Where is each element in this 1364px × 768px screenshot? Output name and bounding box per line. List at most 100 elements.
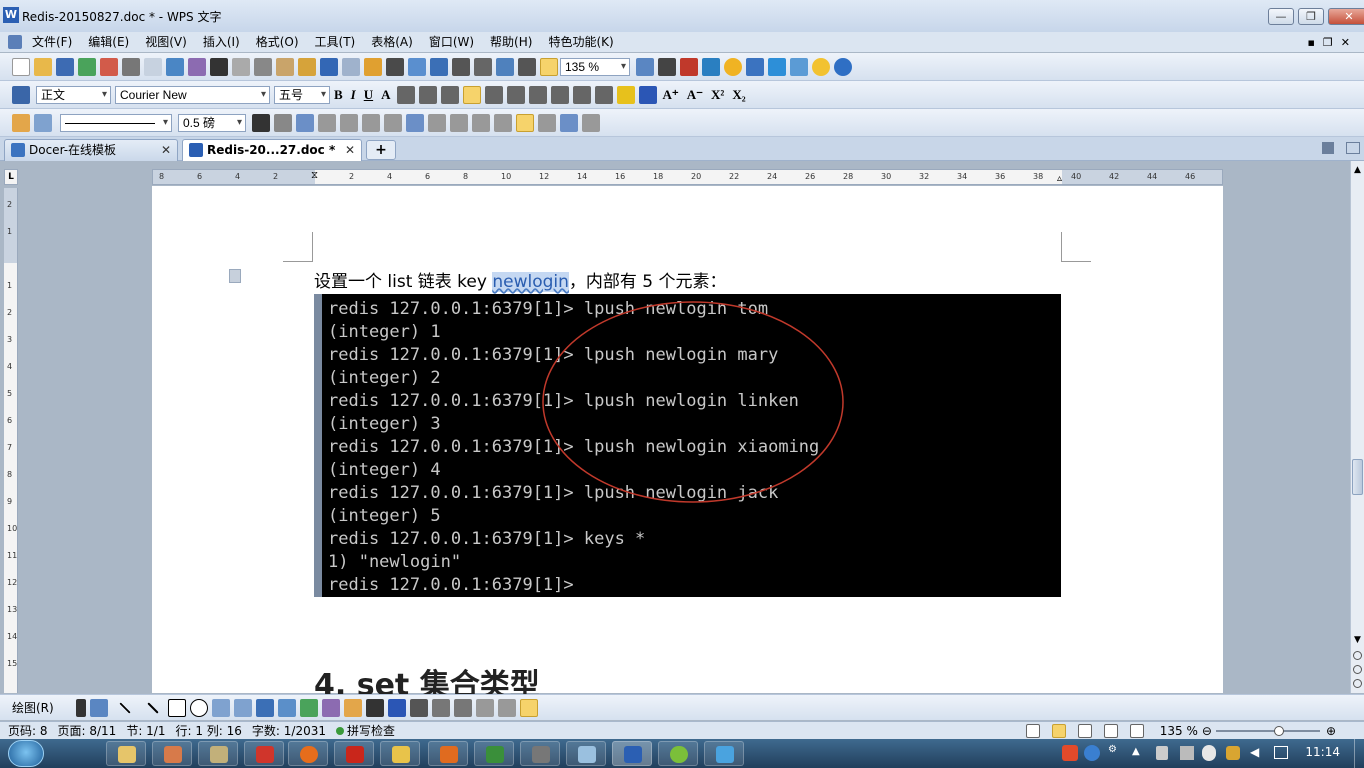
menu-tools[interactable]: 工具(T) xyxy=(307,32,364,52)
menu-edit[interactable]: 编辑(E) xyxy=(80,32,137,52)
save-icon[interactable] xyxy=(56,57,74,76)
view-read-icon[interactable] xyxy=(1129,723,1144,738)
clipart-icon[interactable] xyxy=(299,698,318,717)
taskbar-explorer[interactable] xyxy=(106,741,146,766)
traditional-icon[interactable] xyxy=(210,57,228,76)
draw-menu-button[interactable]: 绘图(R) xyxy=(12,699,54,716)
zoom-slider-thumb[interactable] xyxy=(1273,725,1284,736)
start-button-icon[interactable] xyxy=(8,740,44,767)
tab-close-icon[interactable]: ✕ xyxy=(161,140,171,160)
select-objects-icon[interactable] xyxy=(636,57,654,76)
table-properties-icon[interactable] xyxy=(538,113,556,132)
font-size-select[interactable]: 五号 xyxy=(274,85,330,104)
distribute-cols-icon[interactable] xyxy=(450,113,468,132)
zoom-page-icon[interactable] xyxy=(540,57,558,76)
tray-bluetooth-icon[interactable] xyxy=(1226,746,1240,760)
scroll-up-arrow[interactable]: ▲ xyxy=(1352,165,1363,177)
cut-icon[interactable] xyxy=(232,57,250,76)
arrow-style-icon[interactable] xyxy=(453,698,472,717)
textbox-icon[interactable] xyxy=(211,698,230,717)
view-web-icon[interactable] xyxy=(1103,723,1118,738)
scroll-down-arrow[interactable]: ▼ xyxy=(1352,635,1363,647)
tray-expand-icon[interactable]: ▲ xyxy=(1132,746,1140,757)
prev-page-icon[interactable] xyxy=(1353,651,1362,660)
bullets-icon[interactable] xyxy=(550,85,569,104)
paragraph-tag-icon[interactable] xyxy=(229,269,241,283)
status-words[interactable]: 字数: 1/2031 xyxy=(252,722,326,739)
tab-redis-doc[interactable]: Redis-20...27.doc * ✕ xyxy=(182,139,362,161)
table-grid-icon[interactable] xyxy=(430,57,448,76)
taskbar-remote[interactable] xyxy=(704,741,744,766)
taskbar-weibo[interactable] xyxy=(244,741,284,766)
sort-icon[interactable] xyxy=(472,113,490,132)
help-icon[interactable] xyxy=(834,57,852,76)
distributed-icon[interactable] xyxy=(484,85,503,104)
formula-table-icon[interactable] xyxy=(494,113,512,132)
shrink-font-button[interactable]: A⁻ xyxy=(687,87,703,103)
shadow-icon[interactable] xyxy=(475,698,494,717)
minimize-button[interactable]: — xyxy=(1268,8,1294,25)
vertical-textbox-icon[interactable] xyxy=(233,698,252,717)
tab-stop-selector[interactable]: L xyxy=(4,169,18,185)
paste-icon[interactable] xyxy=(276,57,294,76)
zoom-slider[interactable] xyxy=(1215,725,1320,736)
tab-window-icon[interactable] xyxy=(1346,142,1360,154)
chart-icon[interactable] xyxy=(474,57,492,76)
picture-icon[interactable] xyxy=(321,698,340,717)
justify-icon[interactable] xyxy=(462,85,481,104)
autoshapes-icon[interactable] xyxy=(89,698,108,717)
undo-icon[interactable] xyxy=(320,57,338,76)
spellcheck-icon[interactable] xyxy=(166,57,184,76)
grow-font-button[interactable]: A⁺ xyxy=(663,87,679,103)
translate-icon[interactable] xyxy=(702,57,720,76)
border-color-icon[interactable] xyxy=(252,113,270,132)
menu-file[interactable]: 文件(F) xyxy=(24,32,80,52)
style-select[interactable]: 正文 xyxy=(36,85,111,104)
merge-cells-icon[interactable] xyxy=(340,113,358,132)
formula-icon[interactable] xyxy=(386,57,404,76)
format-painter-icon[interactable] xyxy=(298,57,316,76)
doc-close-button[interactable]: ✕ xyxy=(1341,36,1350,49)
taskbar-clock[interactable]: 11:14 xyxy=(1305,745,1340,759)
shirt-icon[interactable] xyxy=(790,57,808,76)
tab-close-icon[interactable]: ✕ xyxy=(345,140,355,160)
new-tab-button[interactable]: + xyxy=(366,140,396,160)
menu-view[interactable]: 视图(V) xyxy=(137,32,195,52)
menu-format[interactable]: 格式(O) xyxy=(248,32,307,52)
night-mode-icon[interactable] xyxy=(812,57,830,76)
tray-qq-icon[interactable] xyxy=(1202,745,1216,761)
text-color-icon[interactable] xyxy=(638,85,657,104)
open-folder-icon[interactable] xyxy=(34,57,52,76)
highlight-icon[interactable] xyxy=(616,85,635,104)
taskbar-green-app[interactable] xyxy=(658,741,698,766)
zoom-select[interactable]: 135 % xyxy=(560,57,630,76)
draw-font-color-icon[interactable] xyxy=(387,698,406,717)
view-normal-icon[interactable] xyxy=(1025,723,1040,738)
distribute-rows-icon[interactable] xyxy=(428,113,446,132)
tray-help-icon[interactable] xyxy=(1084,745,1100,761)
bold-button[interactable]: B xyxy=(334,87,343,103)
next-page-icon[interactable] xyxy=(1353,679,1362,688)
taskbar-tools[interactable] xyxy=(198,741,238,766)
tab-docer[interactable]: Docer-在线模板 ✕ xyxy=(4,139,178,161)
menu-window[interactable]: 窗口(W) xyxy=(421,32,482,52)
output-icon[interactable] xyxy=(78,57,96,76)
rectangle-tool-icon[interactable] xyxy=(167,698,186,717)
paragraph-mark-icon[interactable] xyxy=(518,57,536,76)
ellipse-tool-icon[interactable] xyxy=(189,698,208,717)
browse-object-icon[interactable] xyxy=(1353,665,1362,674)
menu-special[interactable]: 特色功能(K) xyxy=(540,32,621,52)
taskbar-media[interactable] xyxy=(334,741,374,766)
vertical-scrollbar[interactable]: ▲ ▼ xyxy=(1350,161,1364,693)
align-left-icon[interactable] xyxy=(396,85,415,104)
taskbar-wps-presentation[interactable] xyxy=(428,741,468,766)
taskbar-ie[interactable] xyxy=(380,741,420,766)
copy-icon[interactable] xyxy=(254,57,272,76)
redo-icon[interactable] xyxy=(342,57,360,76)
scroll-thumb[interactable] xyxy=(1352,459,1363,495)
borders-icon[interactable] xyxy=(274,113,292,132)
tab-list-icon[interactable] xyxy=(1322,142,1334,154)
tray-usb-icon[interactable] xyxy=(1156,746,1168,760)
subscript-button[interactable]: X₂ xyxy=(732,87,745,103)
right-indent-marker[interactable]: ▵ xyxy=(1057,173,1062,184)
